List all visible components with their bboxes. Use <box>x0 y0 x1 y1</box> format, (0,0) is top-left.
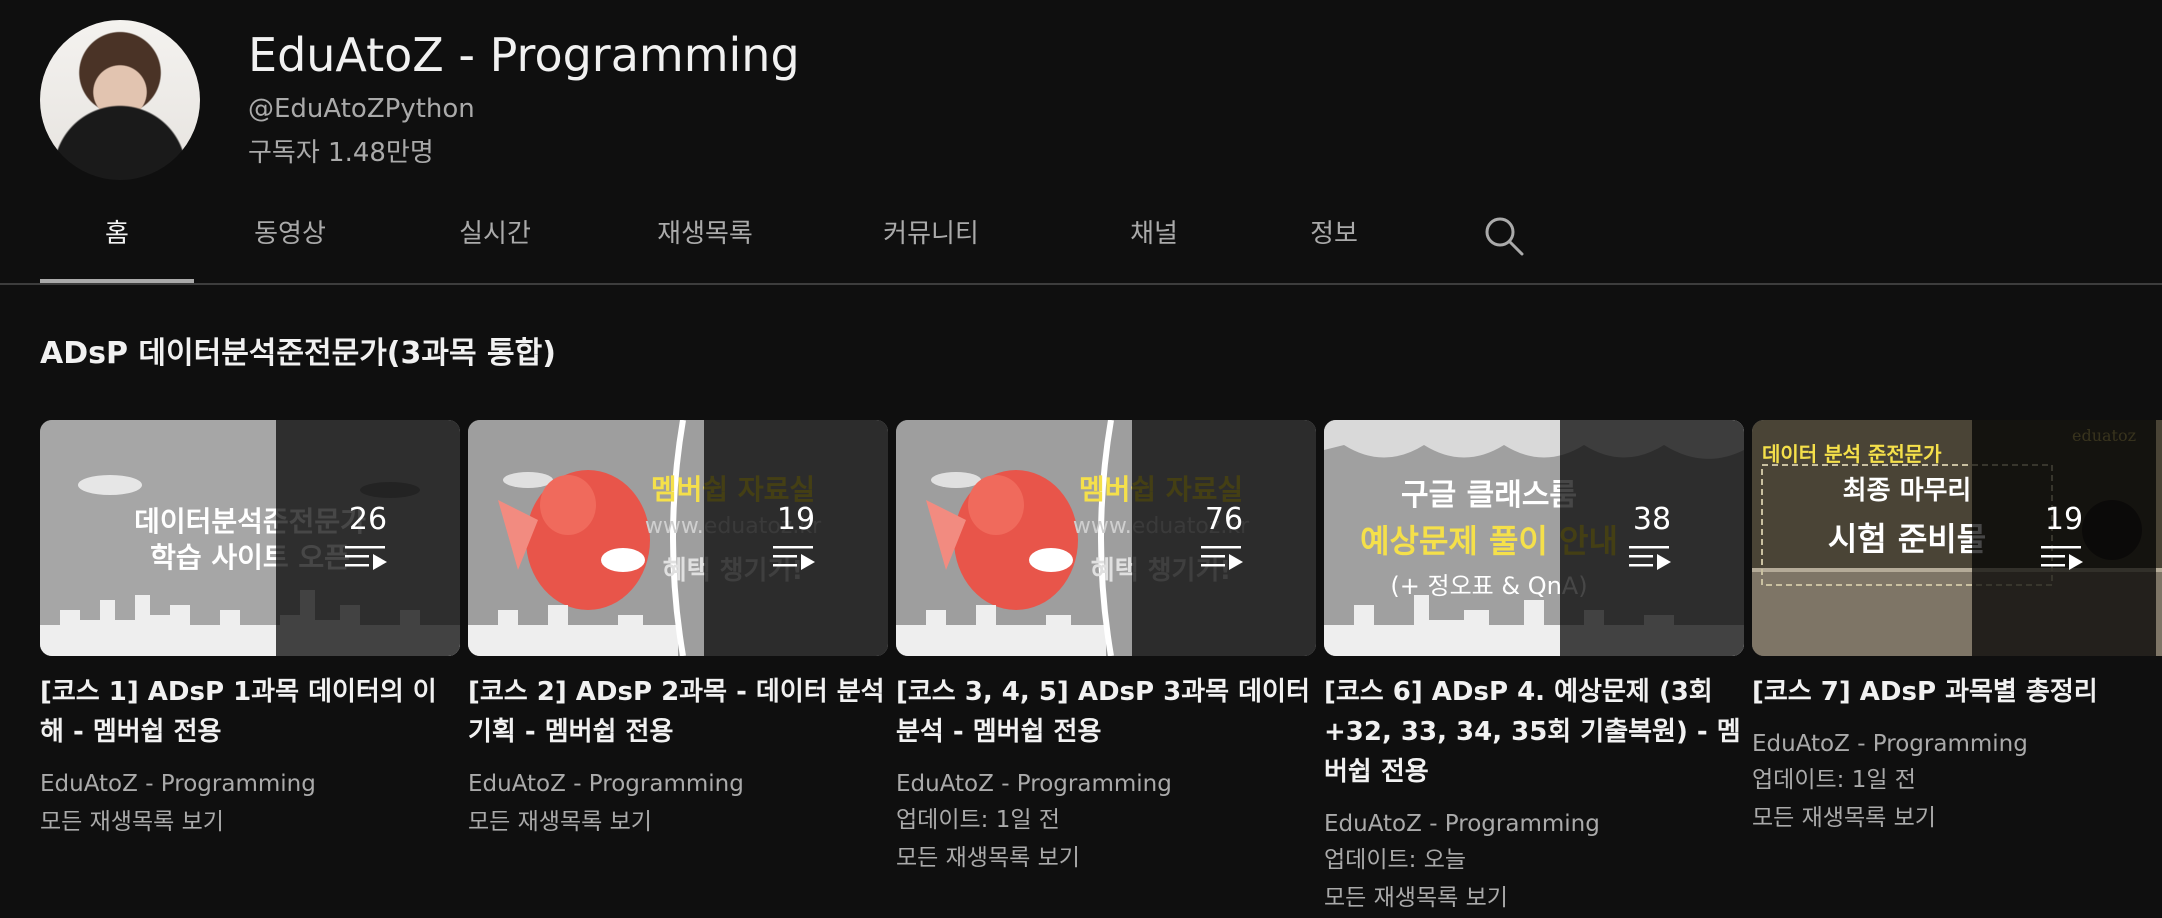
tab-community[interactable]: 커뮤니티 <box>876 200 986 284</box>
playlist-channel[interactable]: EduAtoZ - Programming <box>40 766 460 802</box>
video-count: 19 <box>2044 502 2084 537</box>
playlist-overlay: 26 <box>276 420 460 656</box>
playlist-title[interactable]: [코스 7] ADsP 과목별 총정리 <box>1752 672 2162 712</box>
playlist-channel[interactable]: EduAtoZ - Programming <box>468 766 888 802</box>
view-full-playlist-link[interactable]: 모든 재생목록 보기 <box>468 802 888 842</box>
tabs-divider <box>0 283 2162 285</box>
video-count: 76 <box>1204 502 1244 537</box>
tab-channels[interactable]: 채널 <box>1114 200 1194 284</box>
playlist-icon <box>773 546 815 570</box>
playlist-thumbnail[interactable]: 멤버쉽 자료실 www.eduatoz.kr 혜택 챙기기! 76 <box>896 420 1316 656</box>
view-full-playlist-link[interactable]: 모든 재생목록 보기 <box>896 838 1316 878</box>
tab-about[interactable]: 정보 <box>1294 200 1374 284</box>
playlist-overlay: 76 <box>1132 420 1316 656</box>
video-count: 38 <box>1632 502 1672 537</box>
playlist-channel[interactable]: EduAtoZ - Programming <box>1324 806 1744 842</box>
playlist-thumbnail[interactable]: 구글 클래스룸 예상문제 풀이 안내 (+ 정오표 & QnA) 38 <box>1324 420 1744 656</box>
playlist-icon <box>345 546 387 570</box>
playlist-title[interactable]: [코스 2] ADsP 2과목 - 데이터 분석 기획 - 멤버쉽 전용 <box>468 672 888 752</box>
playlist-overlay: 19 <box>1972 420 2156 656</box>
view-full-playlist-link[interactable]: 모든 재생목록 보기 <box>1324 878 1744 918</box>
channel-tabs: 홈 동영상 실시간 재생목록 커뮤니티 채널 정보 <box>40 200 2162 284</box>
channel-header: EduAtoZ - Programming @EduAtoZPython 구독자… <box>40 20 1940 180</box>
subscriber-count: 구독자 1.48만명 <box>248 138 434 168</box>
playlist-icon <box>2041 546 2083 570</box>
channel-handle: @EduAtoZPython <box>248 94 475 124</box>
playlist-thumbnail[interactable]: 멤버쉽 자료실 www.eduatoz.kr 혜택 챙기기! 19 <box>468 420 888 656</box>
search-icon[interactable] <box>1482 214 1526 258</box>
tab-live[interactable]: 실시간 <box>445 200 545 284</box>
playlist-title[interactable]: [코스 1] ADsP 1과목 데이터의 이해 - 멤버쉽 전용 <box>40 672 460 752</box>
playlist-overlay: 38 <box>1560 420 1744 656</box>
view-full-playlist-link[interactable]: 모든 재생목록 보기 <box>40 802 460 842</box>
playlist-card[interactable]: 데이터분석준전문가 학습 사이트 오픈 26 [코스 1] ADsP 1과목 데… <box>40 420 460 842</box>
playlist-channel[interactable]: EduAtoZ - Programming <box>896 766 1316 802</box>
video-count: 19 <box>776 502 816 537</box>
video-count: 26 <box>348 502 388 537</box>
playlist-updated: 업데이트: 1일 전 <box>1752 767 1916 793</box>
view-full-playlist-link[interactable]: 모든 재생목록 보기 <box>1752 798 2162 838</box>
playlist-channel[interactable]: EduAtoZ - Programming <box>1752 726 2162 762</box>
playlist-card[interactable]: 멤버쉽 자료실 www.eduatoz.kr 혜택 챙기기! 19 [코스 2]… <box>468 420 888 842</box>
playlist-thumbnail[interactable]: 데이터 분석 준전문가 최종 마무리 시험 준비물 eduatoz 19 <box>1752 420 2162 656</box>
channel-title: EduAtoZ - Programming <box>248 28 800 82</box>
tab-videos[interactable]: 동영상 <box>240 200 340 284</box>
playlist-updated: 업데이트: 오늘 <box>1324 847 1467 873</box>
playlist-title[interactable]: [코스 6] ADsP 4. 예상문제 (3회+32, 33, 34, 35회 … <box>1324 672 1744 792</box>
playlist-card[interactable]: 구글 클래스룸 예상문제 풀이 안내 (+ 정오표 & QnA) 38 [코스 … <box>1324 420 1744 918</box>
tab-playlists[interactable]: 재생목록 <box>650 200 760 284</box>
playlist-title[interactable]: [코스 3, 4, 5] ADsP 3과목 데이터 분석 - 멤버쉽 전용 <box>896 672 1316 752</box>
playlist-thumbnail[interactable]: 데이터분석준전문가 학습 사이트 오픈 26 <box>40 420 460 656</box>
tab-home[interactable]: 홈 <box>40 200 194 284</box>
shelf-title[interactable]: ADsP 데이터분석준전문가(3과목 통합) <box>40 328 556 372</box>
playlist-card[interactable]: 데이터 분석 준전문가 최종 마무리 시험 준비물 eduatoz 19 [코스… <box>1752 420 2162 838</box>
playlist-icon <box>1629 546 1671 570</box>
thumbnail-text: 데이터 분석 준전문가 <box>1762 442 1942 466</box>
channel-avatar[interactable] <box>40 20 200 180</box>
playlist-overlay: 19 <box>704 420 888 656</box>
playlist-icon <box>1201 546 1243 570</box>
playlist-card[interactable]: 멤버쉽 자료실 www.eduatoz.kr 혜택 챙기기! 76 [코스 3,… <box>896 420 1316 878</box>
playlist-updated: 업데이트: 1일 전 <box>896 807 1060 833</box>
